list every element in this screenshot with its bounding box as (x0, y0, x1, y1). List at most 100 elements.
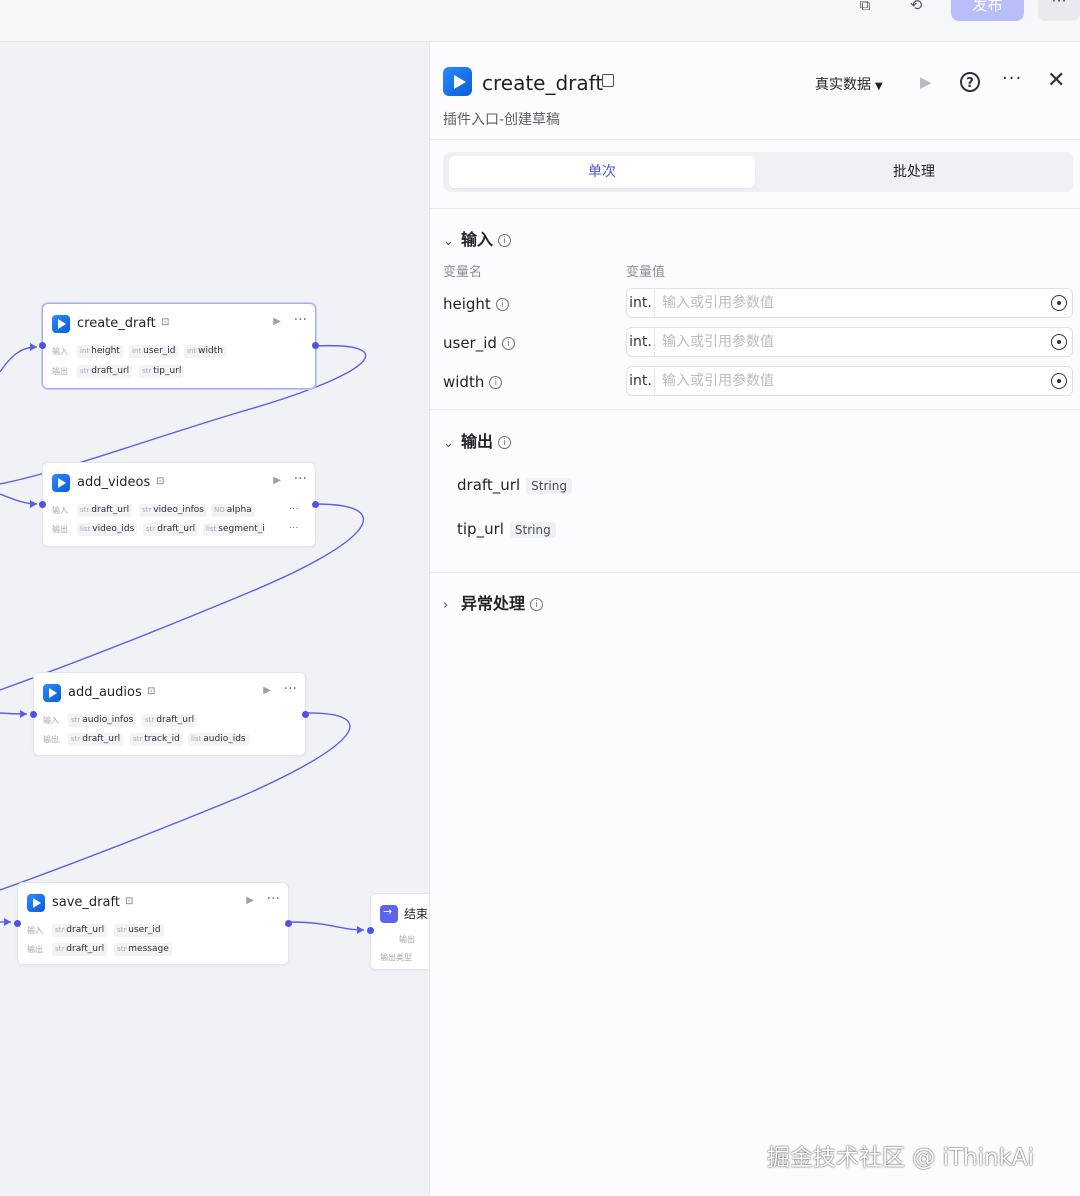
input-port[interactable] (30, 711, 37, 718)
param-pill: list segment_i (203, 523, 265, 536)
chevron-down-icon: ⌄ (443, 234, 454, 249)
node-end[interactable]: 结束 输出 输出类型 (367, 893, 429, 970)
chevron-down-icon: ⌄ (443, 436, 454, 451)
output-port[interactable] (302, 711, 309, 718)
connection-wires (0, 343, 367, 934)
variable-name-user-id: user_id i (443, 334, 515, 352)
info-icon[interactable]: i (501, 337, 515, 350)
variable-field-width: int. (626, 366, 1073, 396)
node-create-draft[interactable]: create_draft ⊡ ▶ ··· 输入 int height int use… (39, 303, 319, 389)
type-badge: String (509, 521, 556, 538)
node-output-row: 输出 str draft_url str message (27, 943, 282, 957)
param-pill: str draft_url (52, 943, 108, 956)
data-mode-dropdown[interactable]: 真实数据 ▼ (815, 74, 883, 94)
column-header-name: 变量名 (443, 265, 483, 280)
divider (430, 572, 1080, 573)
reference-variable-icon[interactable] (1051, 295, 1067, 311)
publish-button[interactable]: 发布 (951, 0, 1024, 21)
section-title: 输入 (461, 230, 494, 249)
info-icon[interactable]: i (530, 598, 544, 611)
input-port[interactable] (14, 920, 21, 927)
node-add-audios[interactable]: add_audios ⊡ ▶ ··· 输入 str audio_infos str… (30, 672, 309, 756)
info-icon[interactable]: i (495, 298, 509, 311)
plugin-badge-icon: ⊡ (125, 896, 134, 907)
info-icon[interactable]: i (498, 436, 512, 449)
param-pill: str tip_url (139, 365, 185, 378)
node-title: add_audios (68, 685, 142, 700)
output-port[interactable] (312, 501, 319, 508)
node-header: add_videos ⊡ ▶ ··· (52, 471, 307, 492)
help-icon[interactable]: ? (960, 72, 980, 92)
more-icon[interactable]: ··· (1002, 68, 1022, 89)
toolbar-more-button[interactable]: ··· (1038, 0, 1080, 21)
param-pill: str video_infos (139, 504, 207, 517)
run-icon[interactable]: ▶ (273, 475, 281, 486)
param-pill: str draft_url (52, 924, 108, 937)
node-add-videos[interactable]: add_videos ⊡ ▶ ··· 输入 str draft_url str vi… (39, 462, 319, 547)
variable-name-width: width i (443, 373, 503, 391)
plugin-icon (27, 894, 45, 912)
output-name: draft_url (457, 476, 521, 494)
reference-variable-icon[interactable] (1051, 373, 1067, 389)
history-icon[interactable]: ⟲ (903, 0, 929, 16)
tab-batch[interactable]: 批处理 (761, 156, 1067, 188)
output-port[interactable] (285, 920, 292, 927)
param-pill: str draft_url (68, 733, 124, 746)
param-pill: list video_ids (77, 523, 138, 536)
node-more-icon[interactable]: ··· (267, 891, 280, 907)
output-section-header[interactable]: ⌄ 输出 i (443, 428, 512, 451)
value-input[interactable] (662, 328, 1022, 356)
input-port[interactable] (39, 501, 46, 508)
section-title: 异常处理 (461, 594, 526, 613)
param-pill: int height (77, 345, 123, 358)
plugin-badge-icon (602, 74, 614, 87)
divider (430, 139, 1080, 140)
more-params-icon[interactable]: ··· (289, 523, 299, 534)
node-header: create_draft ⊡ ▶ ··· (52, 312, 307, 333)
run-mode-tabs: 单次 批处理 (443, 152, 1073, 192)
node-more-icon[interactable]: ··· (284, 681, 297, 697)
node-output-row: 输出 list video_ids str draft_url list segmen… (52, 523, 307, 537)
tab-single[interactable]: 单次 (449, 156, 755, 188)
value-input[interactable] (662, 367, 1022, 395)
plugin-icon (43, 684, 61, 702)
node-save-draft[interactable]: save_draft ⊡ ▶ ··· 输入 str draft_url str us… (14, 882, 292, 965)
input-port[interactable] (367, 927, 374, 934)
output-label: 输出 (52, 525, 68, 534)
run-icon[interactable]: ▶ (273, 316, 281, 327)
close-icon[interactable]: ✕ (1047, 68, 1065, 93)
variable-field-height: int. (626, 288, 1073, 318)
plugin-icon (52, 474, 70, 492)
param-pill: NO alpha (211, 504, 255, 517)
value-input[interactable] (662, 289, 1022, 317)
run-icon[interactable]: ▶ (246, 895, 254, 906)
info-icon[interactable]: i (498, 234, 512, 247)
param-pill: str track_id (130, 733, 183, 746)
node-more-icon[interactable]: ··· (294, 471, 307, 487)
param-pill: str draft_url (77, 504, 133, 517)
workflow-canvas[interactable]: create_draft ⊡ ▶ ··· 输入 int height int use… (0, 42, 429, 1196)
arrow-save-draft (4, 918, 11, 926)
output-port[interactable] (312, 342, 319, 349)
type-badge: String (526, 477, 572, 494)
input-port[interactable] (39, 342, 46, 349)
column-header-value: 变量值 (626, 265, 666, 280)
copy-icon[interactable]: ⧉ (852, 0, 878, 16)
node-more-icon[interactable]: ··· (294, 312, 307, 328)
output-type-label: 输出类型 (380, 953, 412, 962)
node-header: save_draft ⊡ ▶ ··· (27, 891, 280, 912)
input-label: 输入 (52, 347, 68, 356)
end-node-icon (380, 905, 398, 923)
input-section-header[interactable]: ⌄ 输入 i (443, 226, 512, 249)
output-name: tip_url (457, 520, 504, 538)
reference-variable-icon[interactable] (1051, 334, 1067, 350)
run-icon[interactable]: ▶ (920, 73, 932, 91)
run-icon[interactable]: ▶ (263, 685, 271, 696)
param-pill: str draft_url (142, 714, 198, 727)
section-title: 输出 (461, 432, 494, 451)
node-title: add_videos (77, 475, 151, 490)
info-icon[interactable]: i (489, 376, 503, 389)
exception-section-header[interactable]: › 异常处理 i (443, 590, 544, 613)
more-params-icon[interactable]: ··· (289, 504, 299, 515)
param-pill: list audio_ids (188, 733, 249, 746)
